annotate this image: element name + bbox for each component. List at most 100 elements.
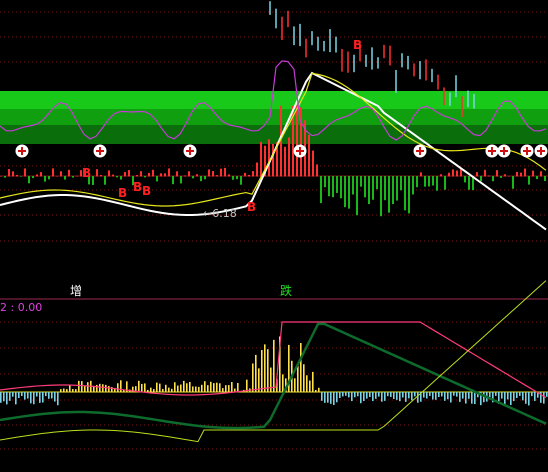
oscillator-bar xyxy=(39,392,41,403)
histogram-bar xyxy=(380,176,382,217)
histogram-bar xyxy=(384,176,386,201)
histogram-bar xyxy=(360,176,362,187)
oscillator-bar xyxy=(162,388,164,393)
oscillator-bar xyxy=(510,392,512,406)
oscillator-bar xyxy=(543,392,545,404)
oscillator-bar xyxy=(432,392,434,400)
plus-icon xyxy=(15,144,29,158)
histogram-bar xyxy=(376,176,378,190)
histogram-bar xyxy=(116,176,118,178)
oscillator-bar xyxy=(306,375,308,393)
oscillator-bar xyxy=(126,381,128,393)
histogram-bar xyxy=(484,169,486,177)
histogram-bar xyxy=(288,137,290,177)
histogram-bar xyxy=(348,176,350,209)
oscillator-bar xyxy=(408,392,410,399)
oscillator-bar xyxy=(87,382,89,393)
oscillator-bar xyxy=(333,392,335,406)
histogram-bar xyxy=(284,146,286,177)
histogram-bar xyxy=(500,176,502,178)
histogram-bar xyxy=(180,176,182,184)
oscillator-bar xyxy=(507,392,509,400)
oscillator-bar xyxy=(381,392,383,402)
histogram-bar xyxy=(340,176,342,199)
histogram-bar xyxy=(252,171,254,177)
histogram-bar xyxy=(544,176,546,181)
histogram-bar xyxy=(104,176,106,185)
oscillator-bar xyxy=(369,392,371,397)
oscillator-bar xyxy=(168,387,170,393)
oscillator-bar xyxy=(6,392,8,405)
histogram-bar xyxy=(172,176,174,185)
histogram-bar xyxy=(68,169,70,177)
low-price-label: ←6.18 xyxy=(203,207,237,221)
histogram-bar xyxy=(0,175,2,177)
oscillator-bar xyxy=(438,392,440,398)
histogram-bar xyxy=(44,176,46,182)
histogram-bar xyxy=(300,107,302,177)
histogram-bar xyxy=(204,176,206,180)
histogram-bar xyxy=(248,174,250,177)
oscillator-bar xyxy=(351,392,353,402)
histogram-bar xyxy=(272,143,274,177)
histogram-bar xyxy=(148,172,150,177)
plus-icon xyxy=(497,144,511,158)
oscillator-bar xyxy=(264,344,266,393)
histogram-bar xyxy=(160,173,162,177)
low-arrow-glyph: ← xyxy=(203,207,213,220)
oscillator-bar xyxy=(345,392,347,396)
oscillator-bar xyxy=(372,392,374,402)
oscillator-bar xyxy=(327,392,329,403)
oscillator-bar xyxy=(21,392,23,397)
histogram-bar xyxy=(496,170,498,177)
histogram-bar xyxy=(468,176,470,190)
oscillator-bar xyxy=(27,392,29,399)
oscillator-bar xyxy=(444,392,446,401)
oscillator-bar xyxy=(378,392,380,397)
oscillator-bar xyxy=(201,384,203,393)
oscillator-bar xyxy=(132,386,134,393)
oscillator-bar xyxy=(354,392,356,398)
histogram-bar xyxy=(28,176,30,184)
histogram-bar xyxy=(336,176,338,193)
oscillator-bar xyxy=(33,392,35,405)
histogram-bar xyxy=(128,170,130,177)
oscillator-bar xyxy=(15,392,17,405)
buy-signal-1: B xyxy=(82,166,92,180)
histogram-bar xyxy=(76,175,78,177)
oscillator-bar xyxy=(195,386,197,393)
oscillator-bar xyxy=(228,385,230,393)
histogram-bar xyxy=(196,174,198,177)
histogram-bar xyxy=(444,176,446,190)
oscillator-bar xyxy=(468,392,470,399)
oscillator-bar xyxy=(363,392,365,401)
histogram-bar xyxy=(392,176,394,205)
histogram-bar xyxy=(368,176,370,205)
oscillator-bar xyxy=(414,392,416,397)
oscillator-bar xyxy=(396,392,398,400)
histogram-bar xyxy=(240,176,242,185)
histogram-bar xyxy=(168,168,170,177)
oscillator-bar xyxy=(489,392,491,398)
oscillator-bar xyxy=(453,392,455,396)
oscillator-bar xyxy=(519,392,521,396)
oscillator-bar xyxy=(216,382,218,393)
plus-icon xyxy=(413,144,427,158)
oscillator-bar xyxy=(471,392,473,404)
histogram-bar xyxy=(536,176,538,180)
histogram-bar xyxy=(136,175,138,177)
oscillator-bar xyxy=(222,388,224,393)
oscillator-bar xyxy=(117,383,119,393)
histogram-bar xyxy=(512,176,514,189)
buy-signal-5: B xyxy=(247,200,257,214)
oscillator-bar xyxy=(183,380,185,393)
oscillator-bar xyxy=(99,383,101,393)
oscillator-bar xyxy=(504,392,506,405)
histogram-bar xyxy=(232,176,234,180)
histogram-bar xyxy=(408,176,410,214)
histogram-bar xyxy=(356,176,358,216)
oscillator-bar xyxy=(465,392,467,404)
buy-signal-4: B xyxy=(142,184,152,198)
histogram-bar xyxy=(268,139,270,177)
histogram-bar xyxy=(492,176,494,182)
